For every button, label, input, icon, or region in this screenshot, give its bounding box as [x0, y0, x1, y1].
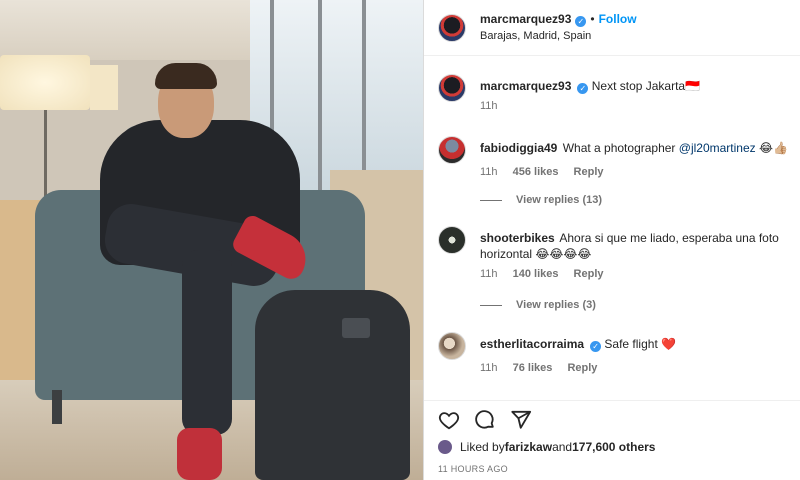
comment-icon[interactable] [474, 409, 496, 431]
verified-icon: ✓ [575, 15, 587, 27]
likes-user[interactable]: farizkaw [505, 440, 552, 454]
photo-person-shin [182, 250, 232, 435]
photo-backpack-patch [342, 318, 370, 338]
reply-button[interactable]: Reply [567, 362, 597, 374]
comment-username[interactable]: fabiodiggia49 [480, 141, 557, 155]
likes-others[interactable]: 177,600 others [572, 440, 655, 454]
avatar[interactable] [438, 74, 466, 102]
comment-username[interactable]: estherlitacorraima [480, 337, 584, 351]
photo-backpack [255, 290, 410, 480]
heart-icon[interactable] [438, 409, 460, 431]
comment-likes[interactable]: 456 likes [513, 166, 559, 178]
caption-time: 11h [480, 100, 498, 112]
comment-time: 11h [480, 166, 498, 178]
replies-line [480, 199, 502, 201]
separator-dot: • [590, 11, 595, 26]
post-panel: marcmarquez93 ✓ • Follow Barajas, Madrid, S… [423, 0, 800, 480]
comment-time: 11h [480, 268, 498, 280]
comment-text-emoji: 😂👍🏼 [755, 141, 788, 155]
comment-text: What a photographer [562, 141, 679, 155]
reply-button[interactable]: Reply [574, 166, 604, 178]
caption-username[interactable]: marcmarquez93 [480, 79, 571, 93]
likes-prefix: Liked by [460, 440, 505, 454]
photo-mullion [318, 0, 322, 200]
comment-mention[interactable]: @jl20martinez [679, 141, 756, 155]
photo-lamp [90, 65, 118, 110]
comment-text: Safe flight ❤️ [604, 337, 677, 351]
list-item: estherlitacorraima ✓ Safe flight ❤️ 11h 7… [438, 332, 793, 374]
avatar[interactable] [438, 136, 466, 164]
caption-text: Next stop Jakarta🇮🇩 [591, 79, 701, 93]
likes-middle: and [552, 440, 573, 454]
post-location[interactable]: Barajas, Madrid, Spain [480, 28, 637, 45]
post-photo[interactable] [0, 0, 423, 480]
post-header: marcmarquez93 ✓ • Follow Barajas, Madrid, S… [424, 0, 800, 56]
avatar [438, 440, 452, 454]
view-replies-button[interactable]: View replies (13) [480, 194, 602, 206]
comment-time: 11h [480, 362, 498, 374]
post-timestamp: 11 HOURS AGO [438, 464, 508, 474]
verified-icon: ✓ [577, 83, 589, 94]
view-replies-label: View replies (13) [516, 194, 603, 206]
view-replies-button[interactable]: View replies (3) [480, 299, 596, 311]
photo-red-shoe [177, 428, 222, 480]
comment-likes[interactable]: 76 likes [513, 362, 553, 374]
verified-icon: ✓ [590, 341, 602, 352]
comments-list[interactable]: marcmarquez93 ✓ Next stop Jakarta🇮🇩 11h f… [424, 70, 800, 395]
replies-line [480, 304, 502, 306]
comment-username[interactable]: shooterbikes [480, 231, 555, 245]
photo-person-hair [155, 63, 217, 89]
caption: marcmarquez93 ✓ Next stop Jakarta🇮🇩 11h [438, 74, 793, 112]
share-icon[interactable] [510, 409, 532, 431]
list-item: fabiodiggia49 What a photographer @jl20m… [438, 136, 793, 178]
photo-lamp [0, 55, 90, 110]
view-replies-label: View replies (3) [516, 299, 596, 311]
reply-button[interactable]: Reply [574, 268, 604, 280]
avatar[interactable] [438, 332, 466, 360]
post-username[interactable]: marcmarquez93 [480, 12, 571, 26]
list-item: shooterbikes Ahora si que me liado, espe… [438, 226, 793, 280]
follow-button[interactable]: Follow [599, 12, 637, 26]
avatar[interactable] [438, 13, 466, 42]
comment-likes[interactable]: 140 likes [513, 268, 559, 280]
likes-summary[interactable]: Liked by farizkaw and 177,600 others [438, 440, 655, 454]
photo-chair-leg [52, 390, 62, 424]
avatar[interactable] [438, 226, 466, 254]
action-bar [424, 400, 800, 436]
